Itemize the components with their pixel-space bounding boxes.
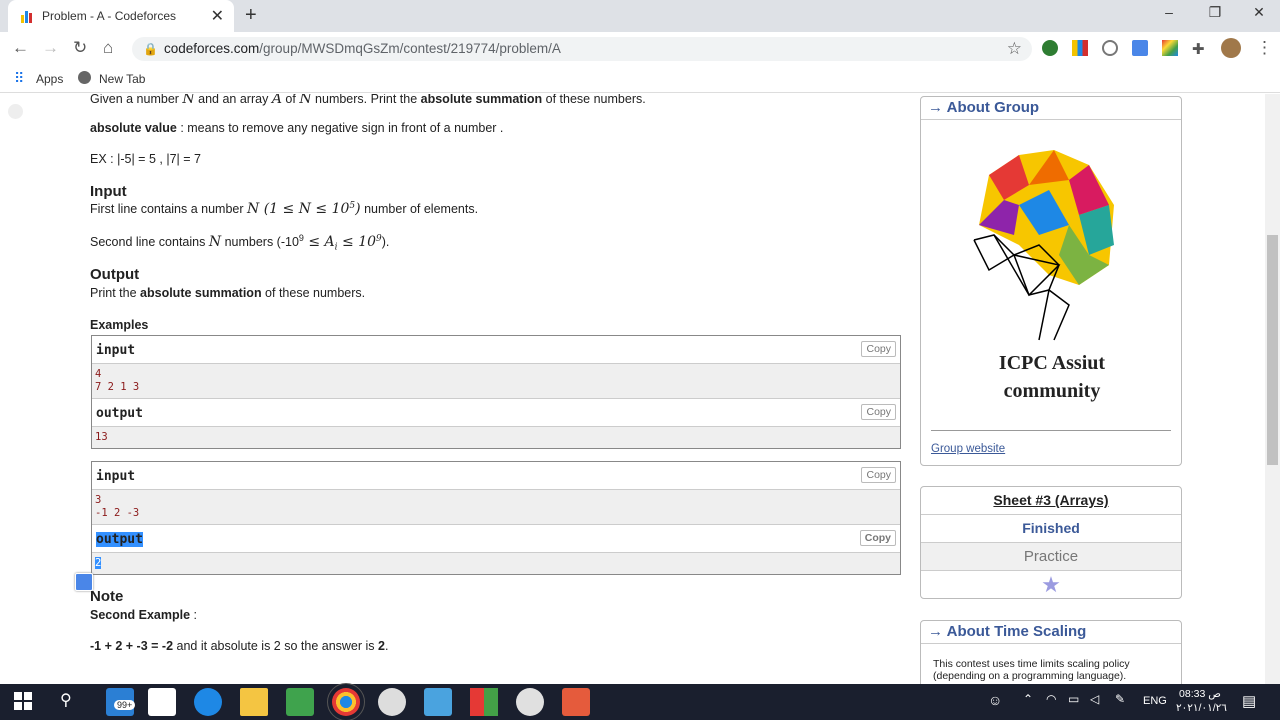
time-scaling-text: This contest uses time limits scaling po… [933, 658, 1130, 682]
maximize-button[interactable]: ❐ [1192, 4, 1238, 21]
forward-icon[interactable]: → [42, 38, 59, 58]
color-app-icon[interactable] [470, 688, 498, 716]
icpc-brain-logo [973, 150, 1114, 341]
copy-button[interactable]: Copy [859, 530, 896, 546]
input-heading: Input [90, 183, 127, 200]
output-heading: Output [90, 266, 140, 283]
example-input-header: input Copy [92, 462, 900, 490]
copy-button[interactable]: Copy [861, 341, 896, 357]
bookmark-star-icon[interactable]: ☆ [1007, 39, 1022, 59]
copy-button[interactable]: Copy [861, 404, 896, 420]
tab-title: Problem - A - Codeforces [42, 9, 177, 23]
people-icon[interactable]: ☺ [988, 692, 1002, 708]
store-app-icon[interactable] [148, 688, 176, 716]
page-content: Given a number N and an array A of N num… [0, 94, 1280, 684]
sheet-box: Sheet #3 (Arrays) Finished Practice ★ [920, 486, 1182, 599]
puzzle-icon[interactable]: ✚ [1192, 40, 1208, 58]
examples-heading: Examples [90, 318, 149, 332]
home-icon[interactable]: ⌂ [103, 38, 113, 58]
output-description: Print the absolute summation of these nu… [90, 286, 366, 300]
note-heading: Note [90, 588, 124, 605]
example-input-header: input Copy [92, 336, 900, 364]
lock-icon: 🔒 [143, 42, 158, 56]
codeforces-extension-icon[interactable] [1072, 40, 1088, 56]
clock[interactable]: 08:33 ص ٢٠٢١/٠١/٢٦ [1176, 687, 1227, 715]
bookmark-new-tab[interactable]: New Tab [99, 72, 145, 86]
example-input-body[interactable]: 3 -1 2 -3 [92, 490, 900, 525]
mail-badge: 99+ [114, 700, 136, 710]
close-tab-icon[interactable]: ✕ [211, 6, 224, 26]
time-scaling-box: → About Time Scaling This contest uses t… [920, 620, 1182, 684]
clion-red-app-icon[interactable] [562, 688, 590, 716]
bookmark-apps[interactable]: Apps [36, 72, 63, 86]
battery-icon[interactable]: ▭ [1068, 692, 1079, 706]
menu-icon[interactable]: ⋮ [1256, 38, 1273, 58]
file-explorer-icon[interactable] [240, 688, 268, 716]
notifications-icon[interactable]: ▤ [1242, 692, 1256, 710]
remote-desktop-icon[interactable] [424, 688, 452, 716]
scrollbar-thumb[interactable] [1267, 235, 1278, 465]
new-tab-button[interactable]: + [245, 4, 257, 27]
windows-start-icon[interactable] [14, 692, 32, 710]
browser-tab[interactable]: Problem - A - Codeforces ✕ [8, 0, 234, 32]
reload-icon[interactable]: ↻ [73, 38, 87, 58]
globe-icon[interactable] [1102, 40, 1118, 56]
tray-chevron-icon[interactable]: ⌃ [1023, 692, 1033, 706]
url-text: codeforces.com/group/MWSDmqGsZm/contest/… [164, 41, 561, 56]
logo-caption: ICPC Assiut community [998, 352, 1106, 402]
about-group-title: → About Group [921, 97, 1181, 120]
note-subtitle: Second Example : [90, 608, 197, 622]
translate-icon[interactable] [1132, 40, 1148, 56]
example-input-body[interactable]: 47 2 1 3 [92, 364, 900, 399]
back-icon[interactable]: ← [12, 38, 29, 58]
codeforces-favicon-icon [20, 9, 34, 23]
wifi-icon[interactable]: ◠ [1046, 692, 1056, 706]
close-window-button[interactable]: ✕ [1236, 4, 1280, 21]
minimize-button[interactable]: – [1146, 4, 1192, 20]
apps-grid-icon: ⠿ [14, 70, 25, 86]
example-1: input Copy 47 2 1 3 output Copy 13 [91, 335, 901, 449]
color-extension-icon[interactable] [1162, 40, 1178, 56]
problem-intro: Given a number N and an array A of N num… [90, 94, 646, 107]
contest-status: Finished [921, 515, 1181, 543]
copy-button[interactable]: Copy [861, 467, 896, 483]
pen-icon[interactable]: ✎ [1115, 692, 1125, 706]
group-website-link[interactable]: Group website [931, 443, 1005, 455]
about-group-box: → About Group ICPC Assiut community Group… [920, 96, 1182, 466]
favorite-star-icon[interactable]: ★ [921, 571, 1181, 599]
absolute-value-definition: absolute value : means to remove any neg… [90, 121, 504, 135]
example-output-body[interactable]: 13 [92, 427, 900, 448]
extension-globe-icon[interactable] [1042, 40, 1058, 56]
profile-avatar[interactable] [1221, 38, 1241, 58]
ghost-app-icon[interactable] [378, 688, 406, 716]
clion-green-app-icon[interactable] [286, 688, 314, 716]
search-icon[interactable]: ⚲ [60, 690, 72, 710]
language-indicator[interactable]: ENG [1143, 695, 1167, 707]
address-bar[interactable]: 🔒 codeforces.com/group/MWSDmqGsZm/contes… [132, 37, 1032, 61]
time-scaling-title: → About Time Scaling [921, 621, 1181, 644]
example-line: EX : |-5| = 5 , |7| = 7 [90, 152, 201, 166]
note-explanation: -1 + 2 + -3 = -2 and it absolute is 2 so… [90, 639, 389, 653]
practice-label: Practice [921, 543, 1181, 571]
chrome-app-icon[interactable] [327, 683, 365, 720]
volume-icon[interactable]: ◁ [1090, 692, 1099, 706]
input-line-1: First line contains a number N (1 ≤ N ≤ … [90, 201, 479, 218]
example-output-header: output Copy [92, 525, 900, 553]
bookmarks-bar [0, 66, 1280, 93]
paint-app-icon[interactable] [516, 688, 544, 716]
input-line-2: Second line contains N numbers (-109 ≤ A… [90, 233, 390, 253]
example-2: input Copy 3 -1 2 -3 output Copy 2 [91, 461, 901, 575]
taskbar [0, 684, 1280, 720]
divider [931, 430, 1171, 431]
example-output-body[interactable]: 2 [92, 553, 900, 574]
new-tab-globe-icon [78, 71, 91, 84]
edge-app-icon[interactable] [194, 688, 222, 716]
side-circle-icon [8, 104, 23, 119]
sheet-title-link[interactable]: Sheet #3 (Arrays) [921, 487, 1181, 515]
example-output-header: output Copy [92, 399, 900, 427]
